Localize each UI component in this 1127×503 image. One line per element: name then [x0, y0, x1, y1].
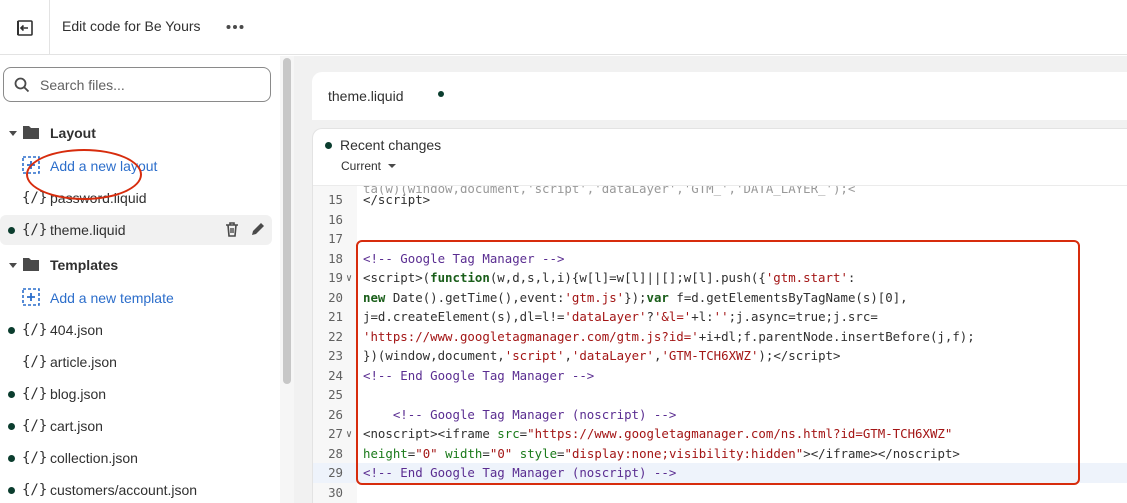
folder-label: Templates — [50, 257, 119, 273]
file-search[interactable] — [3, 67, 271, 102]
caret-down-icon — [388, 164, 397, 168]
file-404-json[interactable]: {/} 404.json — [0, 315, 272, 345]
file-label: 404.json — [50, 322, 103, 338]
sidebar-scrollbar[interactable] — [283, 58, 291, 384]
add-layout-label: Add a new layout — [50, 158, 158, 174]
file-label: password.liquid — [50, 190, 147, 206]
caret-down-icon — [8, 125, 18, 141]
exit-icon — [16, 19, 33, 36]
add-layout-link[interactable]: Add a new layout — [0, 151, 272, 181]
search-icon — [4, 77, 40, 93]
folder-icon — [22, 256, 40, 275]
code-line: 18 <!-- Google Tag Manager --> — [328, 250, 565, 266]
version-select[interactable]: Current — [341, 159, 397, 173]
modified-dot — [8, 486, 15, 494]
folder-layout[interactable]: Layout — [0, 118, 272, 148]
folder-label: Layout — [50, 125, 96, 141]
file-label: customers/account.json — [50, 482, 198, 498]
recent-changes-label: Recent changes — [340, 137, 442, 153]
add-file-icon — [22, 155, 40, 177]
delete-icon[interactable] — [224, 221, 240, 240]
add-file-icon — [22, 287, 40, 309]
code-line: 16 — [328, 211, 343, 227]
editor-tabs: theme.liquid — [312, 72, 1127, 120]
code-file-icon: {/} — [22, 482, 48, 498]
top-bar: Edit code for Be Yours — [0, 0, 1127, 55]
modified-dot — [8, 226, 15, 234]
folder-templates[interactable]: Templates — [0, 250, 272, 280]
file-label: theme.liquid — [50, 222, 126, 238]
file-collection-json[interactable]: {/} collection.json — [0, 443, 272, 473]
code-line: 17 — [328, 231, 343, 246]
code-file-icon: {/} — [22, 354, 48, 370]
code-area[interactable]: ta(w)(window,document,'script','dataLaye… — [313, 185, 1127, 503]
add-template-link[interactable]: Add a new template — [0, 283, 272, 313]
exit-button[interactable] — [0, 0, 50, 55]
file-theme-liquid[interactable]: {/} theme.liquid — [0, 215, 272, 245]
code-line: 20 new Date().getTime(),event:'gtm.js'});… — [328, 289, 908, 305]
code-file-icon: {/} — [22, 386, 48, 402]
file-label: blog.json — [50, 386, 107, 402]
file-cart-json[interactable]: {/} cart.json — [0, 411, 272, 441]
code-line: 23})(window,document,'script','dataLayer… — [328, 348, 841, 363]
modified-dot — [8, 454, 15, 462]
file-article-json[interactable]: {/} article.json — [0, 347, 272, 377]
code-line: 19 ∨ <script>(function(w,d,s,l,i){w[l]=w[l… — [328, 270, 856, 285]
code-line: 24 <!-- End Google Tag Manager --> — [328, 367, 595, 383]
code-line: 25 — [328, 387, 343, 402]
folder-icon — [22, 124, 40, 143]
status-dot — [325, 141, 332, 149]
unsaved-dot — [438, 91, 444, 97]
code-file-icon: {/} — [22, 322, 48, 338]
modified-dot — [8, 390, 15, 398]
code-file-icon: {/} — [22, 450, 48, 466]
search-input[interactable] — [40, 76, 250, 93]
code-line: 30 — [328, 484, 343, 500]
code-file-icon: {/} — [22, 190, 48, 206]
modified-dot — [8, 422, 15, 430]
modified-dot — [8, 326, 15, 334]
code-line: 26 <!-- Google Tag Manager (noscript) --… — [328, 406, 677, 422]
more-actions-button[interactable] — [222, 16, 248, 38]
rename-icon[interactable] — [250, 221, 266, 240]
code-line: 27 ∨ <noscript><iframe src="https://www.go… — [328, 426, 953, 441]
code-file-icon: {/} — [22, 418, 48, 434]
code-line-active: 29 <!-- End Google Tag Manager (noscript)… — [313, 463, 1127, 483]
file-label: cart.json — [50, 418, 103, 434]
file-customers-account-json[interactable]: {/} customers/account.json — [0, 475, 272, 503]
file-label: article.json — [50, 354, 117, 370]
version-label: Current — [341, 159, 382, 173]
code-line: 21 j=d.createElement(s),dl=l!='dataLayer'… — [328, 309, 878, 324]
code-line: 22'https://www.googletagmanager.com/gtm.… — [328, 328, 975, 344]
ellipsis-icon — [226, 25, 244, 29]
file-label: collection.json — [50, 450, 138, 466]
file-blog-json[interactable]: {/} blog.json — [0, 379, 272, 409]
code-file-icon: {/} — [22, 222, 48, 238]
file-sidebar: Layout Add a new layout {/} password.liq… — [0, 56, 280, 503]
code-editor: Recent changes Current ta(w)(window,docu… — [312, 128, 1127, 503]
recent-changes[interactable]: Recent changes — [325, 137, 441, 153]
tab-theme-liquid[interactable]: theme.liquid — [312, 72, 420, 120]
code-line: 15 </script> — [328, 192, 431, 207]
add-template-label: Add a new template — [50, 290, 174, 306]
code-line: 28 height="0" width="0" style="display:no… — [328, 445, 960, 461]
page-title: Edit code for Be Yours — [62, 18, 201, 34]
caret-down-icon — [8, 257, 18, 273]
file-password-liquid[interactable]: {/} password.liquid — [0, 183, 272, 213]
